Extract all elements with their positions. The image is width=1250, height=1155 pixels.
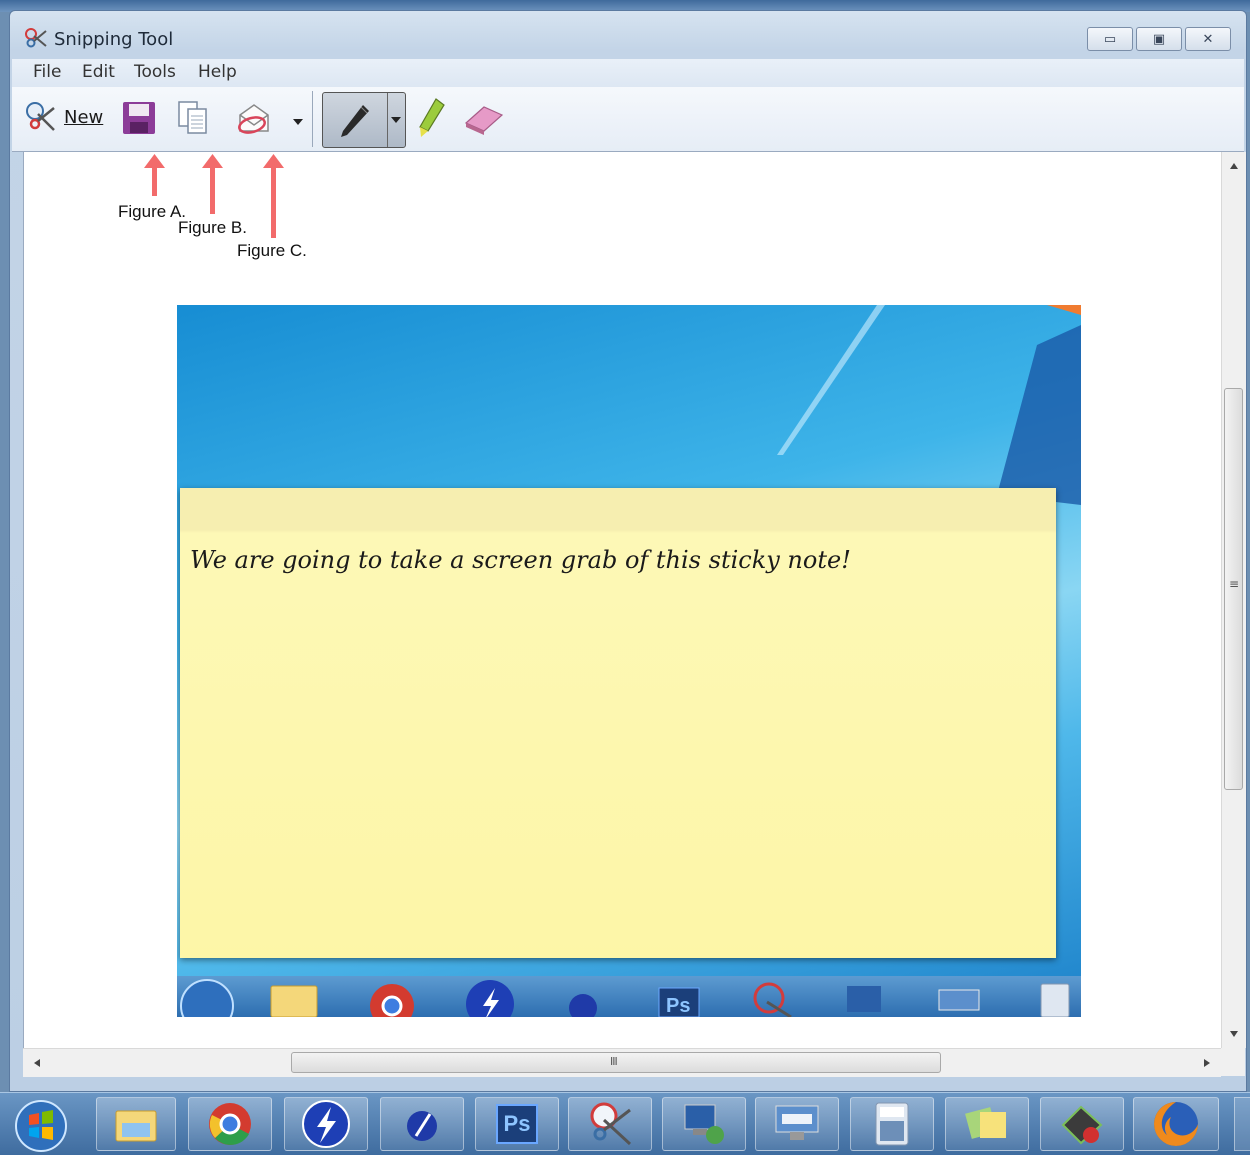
sticky-note-text: We are going to take a screen grab of th…: [190, 546, 851, 574]
taskbar-onscreen-keyboard[interactable]: [755, 1097, 839, 1151]
send-email-icon[interactable]: [234, 99, 274, 137]
figure-b-label: Figure B.: [178, 218, 247, 237]
menu-edit[interactable]: Edit: [82, 62, 115, 82]
scroll-right-arrow-icon[interactable]: [1203, 1058, 1211, 1068]
remote-desktop-icon: [684, 1104, 724, 1144]
minimize-button[interactable]: ▭: [1087, 27, 1133, 51]
pen-app-icon: [407, 1111, 437, 1141]
taskbar-chrome[interactable]: [188, 1097, 272, 1151]
explorer-icon: [115, 1110, 157, 1142]
pen-icon: [341, 105, 369, 137]
show-desktop-button[interactable]: [1234, 1097, 1250, 1151]
remote-desktop-icon: [847, 986, 881, 1012]
horizontal-scroll-thumb[interactable]: III: [291, 1052, 941, 1073]
taskbar: Ps: [0, 1092, 1250, 1155]
title-bar[interactable]: Snipping Tool ▭ ▣ ✕: [10, 11, 1246, 59]
figure-a-label: Figure A.: [118, 202, 187, 221]
menu-file[interactable]: File: [33, 62, 61, 82]
pen-split-divider: [387, 93, 388, 147]
pen-dropdown-arrow-icon[interactable]: [390, 115, 402, 125]
scroll-up-arrow-icon[interactable]: [1229, 162, 1239, 170]
snipping-tool-window: Snipping Tool ▭ ▣ ✕ File Edit Tools Help…: [9, 10, 1247, 1092]
resize-grip-icon[interactable]: [1221, 1048, 1245, 1076]
save-icon[interactable]: [120, 99, 158, 137]
eraser-icon[interactable]: [462, 101, 506, 137]
maximize-button[interactable]: ▣: [1136, 27, 1182, 51]
keyboard-icon: [938, 989, 980, 1011]
scissors-icon: [25, 28, 47, 48]
sticky-note[interactable]: We are going to take a screen grab of th…: [180, 488, 1056, 958]
scroll-left-arrow-icon[interactable]: [33, 1058, 41, 1068]
svg-text:Ps: Ps: [666, 995, 690, 1017]
horizontal-scrollbar[interactable]: III: [23, 1048, 1221, 1077]
send-dropdown-arrow-icon[interactable]: [292, 117, 304, 127]
firefox-icon: [1154, 1102, 1198, 1146]
taskbar-calculator[interactable]: [850, 1097, 934, 1151]
new-snip-button[interactable]: New: [24, 99, 103, 135]
restore-icon: ▣: [1152, 31, 1166, 47]
photoshop-icon: Ps: [496, 1104, 538, 1144]
sticky-notes-icon: [965, 1107, 1006, 1139]
vertical-scrollbar[interactable]: ≡: [1221, 152, 1246, 1048]
media-app-icon: [1061, 1105, 1103, 1145]
hscroll-grip: III: [610, 1055, 618, 1068]
chrome-icon: [209, 1103, 251, 1145]
explorer-icon: [270, 985, 318, 1017]
annotation-arrows: [144, 154, 284, 238]
new-label: New: [64, 106, 104, 128]
photoshop-label: Ps: [503, 1111, 531, 1136]
close-button[interactable]: ✕: [1185, 27, 1231, 51]
start-orb-icon[interactable]: [10, 1097, 72, 1153]
taskbar-bolt-app[interactable]: [284, 1097, 368, 1151]
taskbar-sticky-notes[interactable]: [945, 1097, 1029, 1151]
minimize-icon: ▭: [1103, 31, 1117, 47]
taskbar-remote-desktop[interactable]: [662, 1097, 746, 1151]
snip-canvas[interactable]: Figure A. Figure B. Figure C. We are goi…: [23, 152, 1222, 1048]
toolbar-divider: [312, 91, 313, 147]
vscroll-grip: ≡: [1229, 577, 1240, 591]
keyboard-icon: [775, 1105, 819, 1140]
menu-help[interactable]: Help: [198, 62, 237, 82]
taskbar-explorer[interactable]: [96, 1097, 176, 1151]
calculator-icon: [1040, 983, 1070, 1017]
captured-image: We are going to take a screen grab of th…: [177, 305, 1081, 1017]
figure-c-label: Figure C.: [237, 241, 307, 260]
start-orb-icon: [180, 979, 234, 1017]
taskbar-pen-app[interactable]: [380, 1097, 464, 1151]
highlighter-icon[interactable]: [416, 97, 446, 141]
bolt-app-icon: [302, 1100, 350, 1148]
snipping-tool-icon: [590, 1102, 632, 1146]
snipping-tool-icon: [753, 982, 792, 1017]
scroll-down-arrow-icon[interactable]: [1229, 1030, 1239, 1038]
captured-taskbar: Ps: [177, 976, 1081, 1017]
copy-icon[interactable]: [176, 99, 210, 137]
arrow-b-icon: [202, 154, 223, 214]
close-icon: ✕: [1202, 31, 1214, 47]
calculator-icon: [875, 1102, 909, 1146]
window-title: Snipping Tool: [54, 29, 174, 50]
menu-tools[interactable]: Tools: [134, 62, 176, 82]
arrow-a-icon: [144, 154, 165, 196]
menu-bar: File Edit Tools Help: [12, 59, 1244, 87]
taskbar-media-app[interactable]: [1040, 1097, 1124, 1151]
toolbar: New: [12, 87, 1244, 152]
taskbar-snipping-tool[interactable]: [568, 1097, 652, 1151]
taskbar-photoshop[interactable]: Ps: [475, 1097, 559, 1151]
pen-app-icon: [569, 994, 597, 1017]
arrow-c-icon: [263, 154, 284, 238]
scissors-icon: [26, 102, 55, 131]
vertical-scroll-thumb[interactable]: ≡: [1224, 388, 1243, 790]
taskbar-firefox[interactable]: [1133, 1097, 1219, 1151]
pen-tool-button[interactable]: [322, 92, 406, 148]
